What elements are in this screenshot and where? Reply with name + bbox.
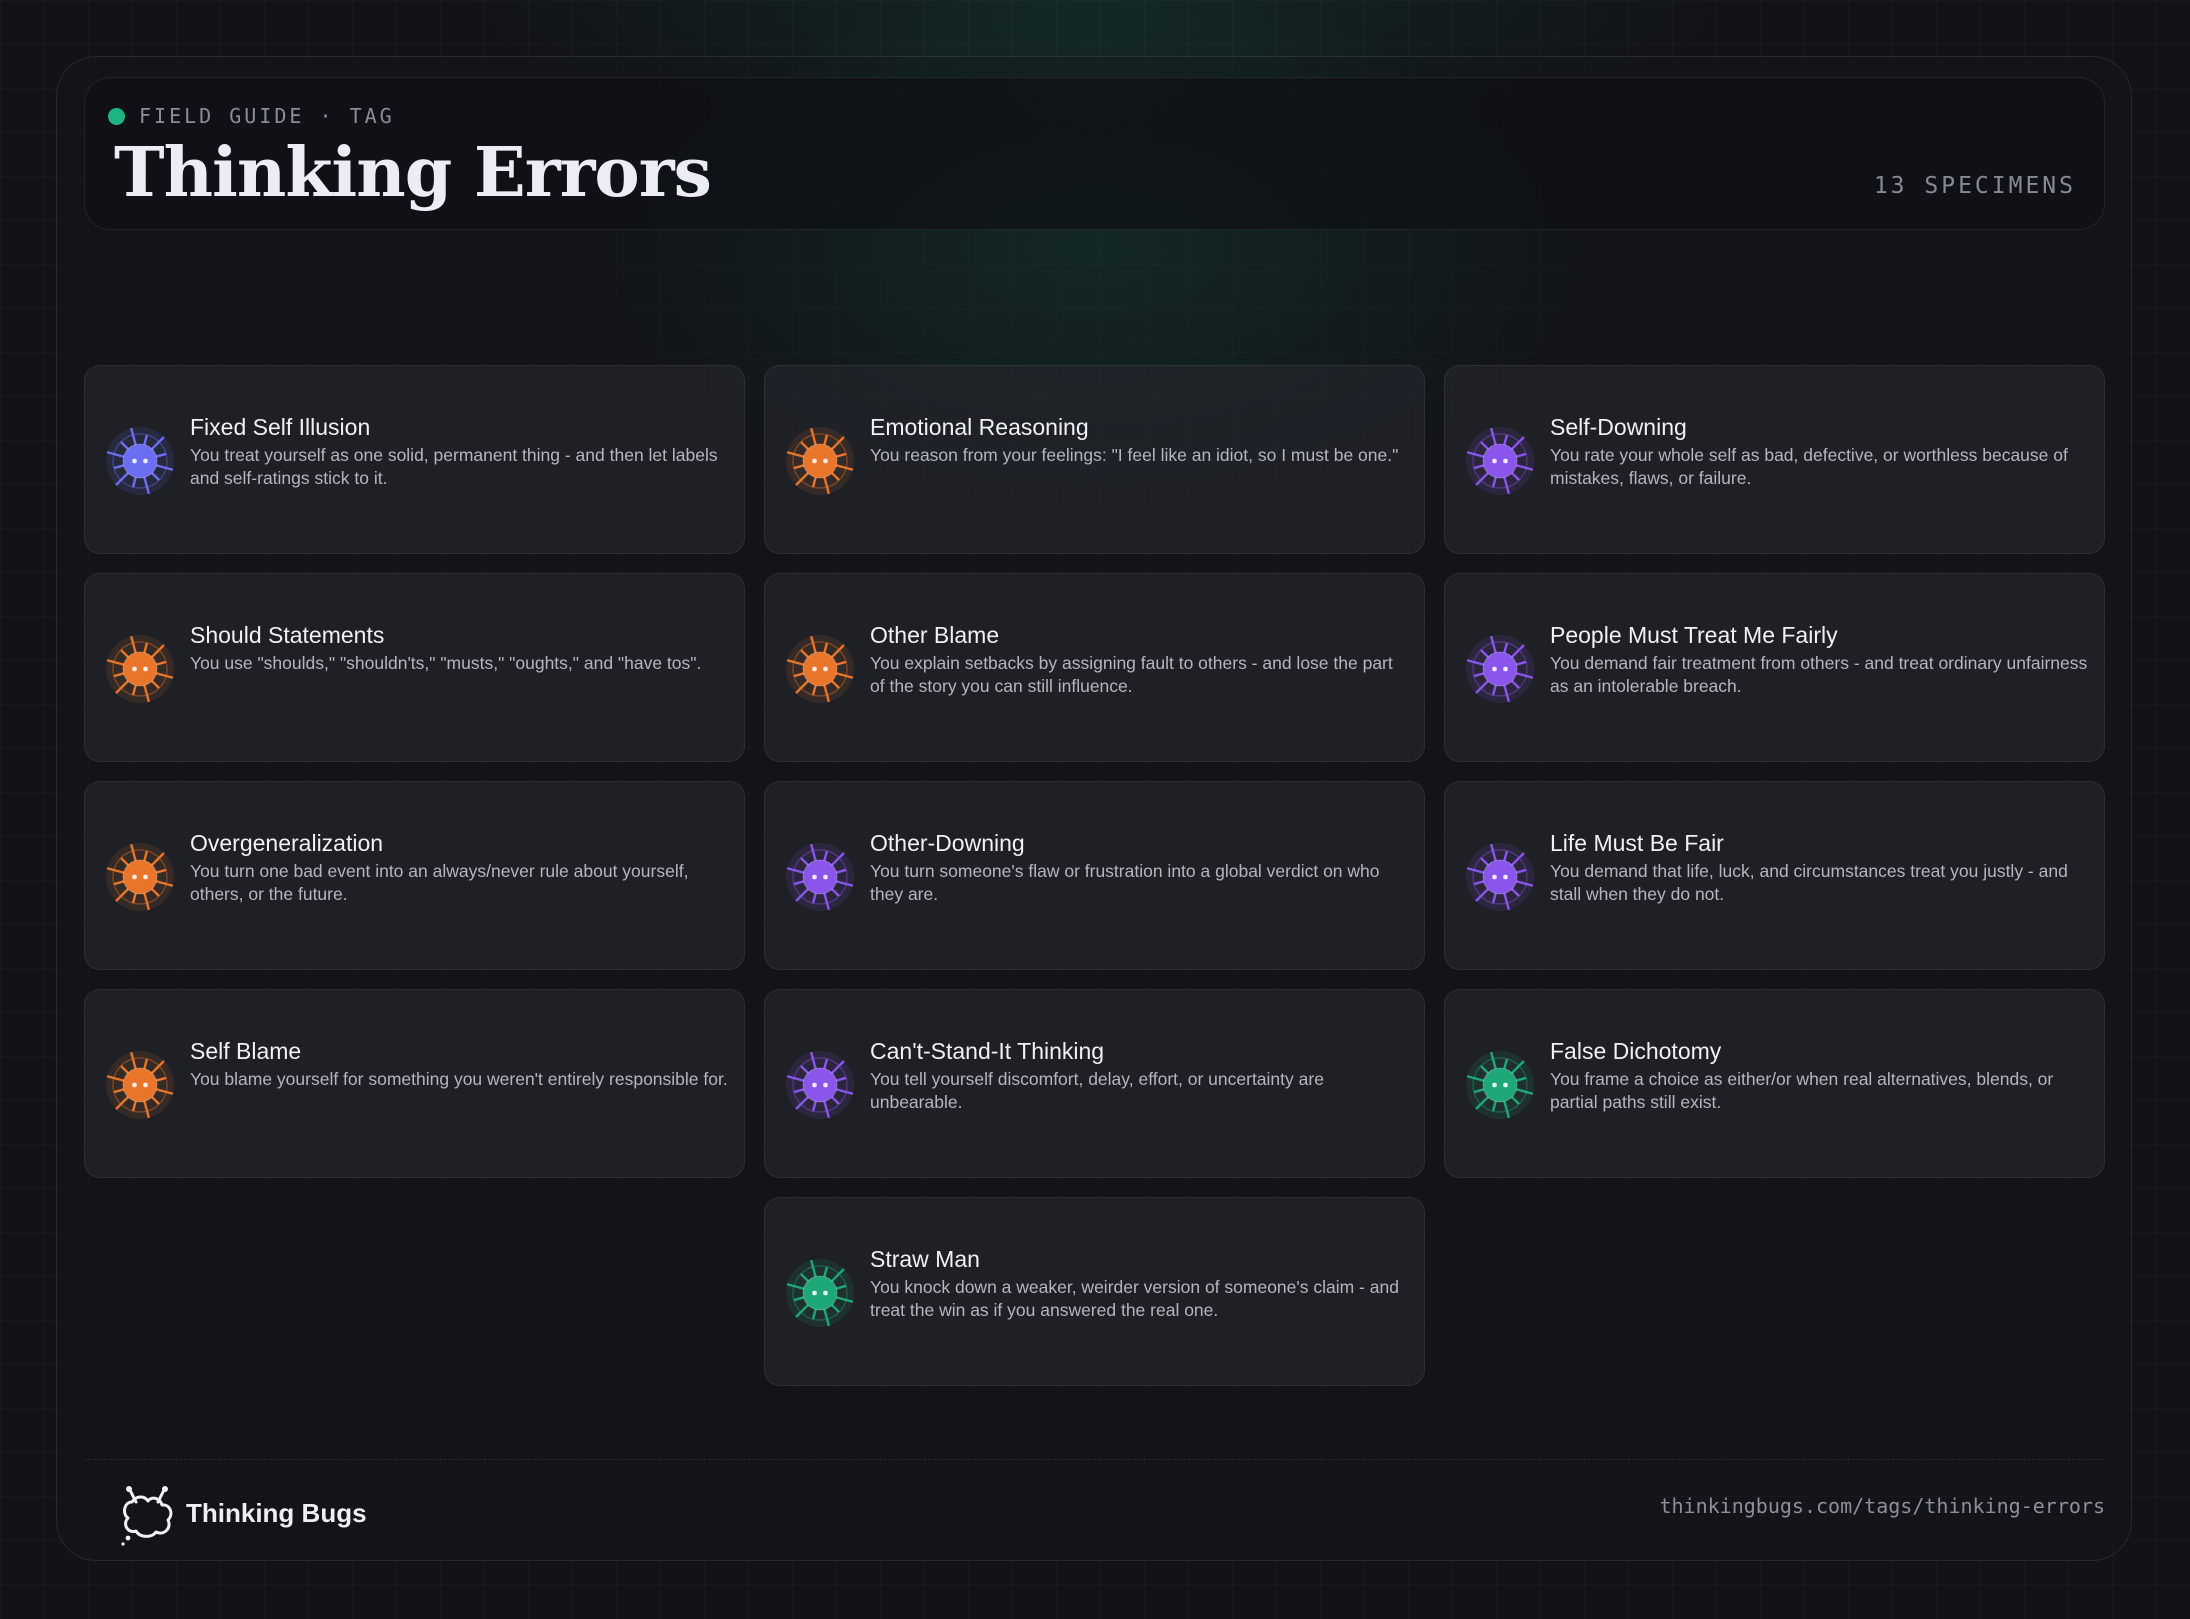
card-description: You tell yourself discomfort, delay, eff… — [870, 1069, 1324, 1112]
card-self-blame[interactable]: Self Blame You blame yourself for someth… — [84, 989, 745, 1178]
card-description: You use "shoulds," "shouldn'ts," "musts,… — [190, 653, 702, 673]
status-dot-icon — [108, 107, 125, 125]
card-emotional-reasoning[interactable]: Emotional Reasoning You reason from your… — [764, 365, 1425, 554]
card-should-statements[interactable]: Should Statements You use "shoulds," "sh… — [84, 573, 745, 762]
bug-icon-green — [786, 1259, 854, 1327]
bug-icon-purple — [1466, 843, 1534, 911]
card-false-dichotomy[interactable]: False Dichotomy You frame a choice as ei… — [1444, 989, 2105, 1178]
card-description: You treat yourself as one solid, permane… — [190, 445, 718, 488]
bug-icon-orange — [106, 843, 174, 911]
card-title: Emotional Reasoning — [870, 414, 1089, 440]
bug-icon-orange — [786, 635, 854, 703]
card-title: False Dichotomy — [1550, 1038, 1722, 1064]
card-life-must-be-fair[interactable]: Life Must Be Fair You demand that life, … — [1444, 781, 2105, 970]
specimen-count: 13 SPECIMENS — [1873, 173, 2076, 199]
card-description: You reason from your feelings: "I feel l… — [870, 445, 1399, 465]
brand-link[interactable]: Thinking Bugs — [118, 1480, 367, 1546]
card-title: Can't-Stand-It Thinking — [870, 1038, 1105, 1064]
card-title: Should Statements — [190, 622, 385, 648]
card-other-blame[interactable]: Other Blame You explain setbacks by assi… — [764, 573, 1425, 762]
bug-icon-purple — [1466, 635, 1534, 703]
card-description: You explain setbacks by assigning fault … — [870, 653, 1393, 696]
card-description: You demand that life, luck, and circumst… — [1550, 861, 2068, 904]
page: FIELD GUIDE · TAG Thinking Errors 13 SPE… — [0, 0, 2190, 1619]
card-description: You knock down a weaker, weirder version… — [870, 1277, 1399, 1320]
card-other-downing[interactable]: Other-Downing You turn someone's flaw or… — [764, 781, 1425, 970]
bug-icon-blue — [106, 427, 174, 495]
card-title: Straw Man — [870, 1246, 980, 1272]
bug-icon-orange — [106, 635, 174, 703]
card-title: Overgeneralization — [190, 830, 384, 856]
bug-icon-purple — [786, 1051, 854, 1119]
card-self-downing[interactable]: Self-Downing You rate your whole self as… — [1444, 365, 2105, 554]
card-straw-man[interactable]: Straw Man You knock down a weaker, weird… — [764, 1197, 1425, 1386]
card-description: You turn one bad event into an always/ne… — [190, 861, 689, 904]
card-description: You blame yourself for something you wer… — [190, 1069, 728, 1089]
card-title: Self-Downing — [1550, 414, 1687, 440]
card-description: You frame a choice as either/or when rea… — [1550, 1069, 2054, 1112]
card-title: Self Blame — [190, 1038, 302, 1064]
card-description: You demand fair treatment from others - … — [1550, 653, 2088, 696]
page-title: Thinking Errors — [114, 133, 712, 213]
card-overgeneralization[interactable]: Overgeneralization You turn one bad even… — [84, 781, 745, 970]
bug-icon-green — [1466, 1051, 1534, 1119]
kicker-label: FIELD GUIDE · TAG — [139, 104, 395, 128]
card-description: You turn someone's flaw or frustration i… — [870, 861, 1380, 904]
card-people-must-treat-me-fairly[interactable]: People Must Treat Me Fairly You demand f… — [1444, 573, 2105, 762]
footer-divider — [84, 1459, 2105, 1460]
card-title: People Must Treat Me Fairly — [1550, 622, 1838, 648]
kicker: FIELD GUIDE · TAG — [108, 104, 395, 128]
card-fixed-self-illusion[interactable]: Fixed Self Illusion You treat yourself a… — [84, 365, 745, 554]
card-title: Life Must Be Fair — [1550, 830, 1724, 856]
bug-icon-purple — [786, 843, 854, 911]
page-url-link[interactable]: thinkingbugs.com/tags/thinking-errors — [1659, 1494, 2105, 1518]
thinking-bugs-logo-icon — [121, 1486, 173, 1546]
bug-icon-orange — [106, 1051, 174, 1119]
card-title: Other-Downing — [870, 830, 1025, 856]
brand-name: Thinking Bugs — [186, 1497, 367, 1528]
card-description: You rate your whole self as bad, defecti… — [1550, 445, 2068, 488]
bug-icon-orange — [786, 427, 854, 495]
bug-icon-purple — [1466, 427, 1534, 495]
card-title: Other Blame — [870, 622, 1000, 648]
card-cant-stand-it-thinking[interactable]: Can't-Stand-It Thinking You tell yoursel… — [764, 989, 1425, 1178]
card-title: Fixed Self Illusion — [190, 414, 371, 440]
